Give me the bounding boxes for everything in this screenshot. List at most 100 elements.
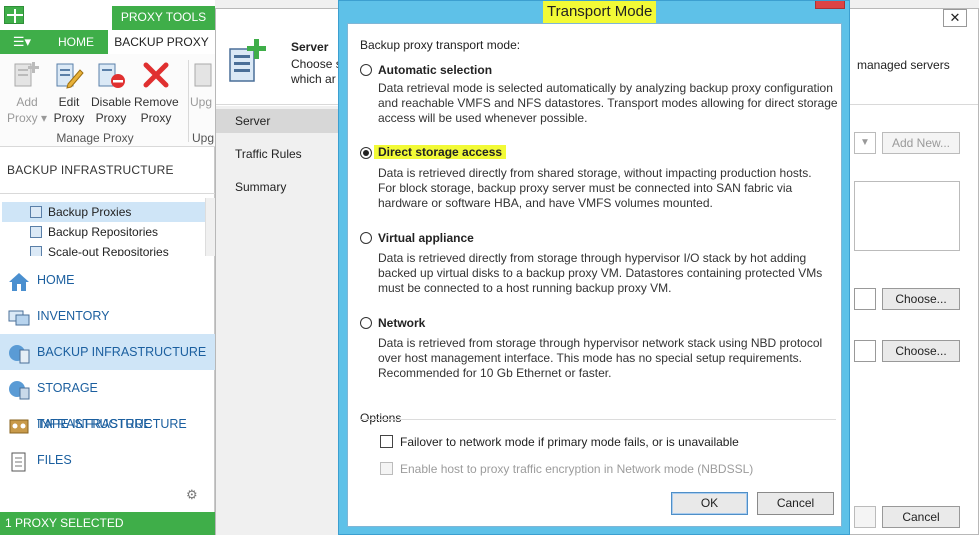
radio-network[interactable] (360, 317, 372, 329)
upgrade-icon (192, 60, 215, 90)
option-direct-storage-access-desc-line1: Data is retrieved directly from shared s… (378, 166, 812, 180)
repository-icon (30, 226, 42, 238)
edit-proxy-label-line1: Edit (58, 95, 80, 109)
choose-button-1[interactable]: Choose... (882, 288, 960, 310)
navigation-section-header: BACKUP INFRASTRUCTURE (0, 147, 215, 194)
wizard-close-button[interactable]: ✕ (943, 9, 967, 27)
nav-files-label: FILES (37, 453, 72, 467)
proxy-icon (30, 206, 42, 218)
nav-backup-infrastructure-label: BACKUP INFRASTRUCTURE (37, 345, 207, 359)
files-icon (8, 450, 30, 472)
configure-buttons-icon[interactable]: ⚙ (186, 487, 202, 503)
option-automatic-selection-title[interactable]: Automatic selection (378, 63, 492, 77)
dialog-title: Transport Mode (543, 1, 657, 23)
transport-mode-heading: Backup proxy transport mode: (360, 38, 521, 52)
choose-button-2[interactable]: Choose... (882, 340, 960, 362)
wizard-description-line1: Choose s (291, 57, 342, 71)
main-menu-button[interactable]: ☰▾ (0, 30, 44, 54)
tree-item-backup-repositories[interactable]: Backup Repositories (2, 222, 205, 242)
option-direct-storage-access-title[interactable]: Direct storage access (374, 145, 507, 159)
nav-backup-infrastructure[interactable]: BACKUP INFRASTRUCTURE (0, 334, 215, 370)
option-network-desc-line2: over host management interface. This mod… (378, 351, 803, 365)
nav-tape-infrastructure[interactable]: TAPE INFRASTRUCTURE (0, 406, 215, 442)
disable-proxy-button[interactable]: Disable Proxy (89, 60, 133, 126)
add-proxy-icon (12, 60, 42, 90)
nav-files[interactable]: FILES (0, 442, 215, 478)
nav-tape-infrastructure-label: TAPE INFRASTRUCTURE (37, 417, 187, 431)
tree-item-label: Scale-out Repositories (48, 245, 169, 256)
add-proxy-label-line2: Proxy ▾ (6, 111, 48, 125)
remove-proxy-button[interactable]: Remove Proxy (134, 60, 179, 126)
option-automatic-selection-desc-line1: Data retrieval mode is selected automati… (378, 81, 833, 95)
field-2[interactable] (854, 340, 876, 362)
option-network-title[interactable]: Network (378, 316, 425, 330)
add-new-server-button[interactable]: Add New... (882, 132, 960, 154)
failover-to-network-label[interactable]: Failover to network mode if primary mode… (400, 435, 739, 449)
tree-scrollbar[interactable] (205, 198, 215, 256)
remove-proxy-label-line2: Proxy (140, 111, 172, 125)
app-titlebar: PROXY TOOLS (0, 0, 215, 30)
radio-automatic-selection[interactable] (360, 64, 372, 76)
main-app-window: PROXY TOOLS ☰▾ HOME BACKUP PROXY Add Pro… (0, 0, 215, 535)
wizard-steps: Server Traffic Rules Summary (216, 106, 338, 535)
wizard-title: Server (291, 40, 329, 54)
server-add-icon (228, 39, 266, 85)
radio-direct-storage-access[interactable] (360, 147, 372, 159)
ok-button[interactable]: OK (671, 492, 748, 515)
option-virtual-appliance-title[interactable]: Virtual appliance (378, 231, 474, 245)
field-1[interactable] (854, 288, 876, 310)
transport-mode-dialog: Transport Mode Backup proxy transport mo… (338, 0, 850, 535)
server-dropdown-arrow[interactable]: ▼ (854, 132, 876, 154)
option-automatic-selection-desc-line3: access will be used whenever possible. (378, 111, 588, 125)
wizard-finish-button-stub[interactable] (854, 506, 876, 528)
tree-item-scale-out-repositories[interactable]: Scale-out Repositories (2, 242, 205, 256)
disable-proxy-label-line1: Disable (90, 95, 132, 109)
proxy-tools-context-tab[interactable]: PROXY TOOLS (112, 6, 215, 30)
navigation-pane: HOME INVENTORY BACKUP INFRASTRUCTURE STO… (0, 262, 215, 478)
wizard-step-server[interactable]: Server (216, 109, 338, 133)
nav-home-label: HOME (37, 273, 75, 287)
tab-home[interactable]: HOME (44, 30, 108, 54)
ribbon-group-manage-proxy: Manage Proxy (56, 131, 134, 145)
add-proxy-label-line1: Add (16, 95, 38, 109)
option-automatic-selection-desc-line2: and reachable VMFS and NFS datastores. T… (378, 96, 838, 110)
options-separator (360, 419, 836, 420)
backup-infrastructure-icon (8, 342, 30, 364)
tree-item-label: Backup Repositories (48, 225, 159, 239)
infrastructure-tree: Backup Proxies Backup Repositories Scale… (0, 198, 215, 256)
dialog-body: Backup proxy transport mode: Automatic s… (347, 23, 842, 527)
inventory-icon (8, 306, 30, 326)
server-details-box (854, 181, 960, 251)
add-proxy-button[interactable]: Add Proxy ▾ (5, 60, 49, 126)
option-virtual-appliance-desc-line3: must be connected to a host running back… (378, 281, 672, 295)
storage-infrastructure-icon (8, 378, 30, 400)
radio-virtual-appliance[interactable] (360, 232, 372, 244)
upgrade-label: Upg (190, 95, 213, 109)
nav-inventory[interactable]: INVENTORY (0, 298, 215, 334)
status-bar: 1 PROXY SELECTED (0, 512, 215, 535)
option-network-desc-line1: Data is retrieved from storage through h… (378, 336, 823, 350)
cancel-button[interactable]: Cancel (757, 492, 834, 515)
option-virtual-appliance-desc-line2: backed up virtual disks to a backup prox… (378, 266, 823, 280)
home-icon (8, 270, 30, 291)
scale-out-repository-icon (30, 246, 42, 256)
failover-to-network-checkbox[interactable] (380, 435, 393, 448)
edit-proxy-button[interactable]: Edit Proxy (47, 60, 91, 126)
tree-item-backup-proxies[interactable]: Backup Proxies (2, 202, 205, 222)
remove-proxy-icon (141, 60, 171, 90)
remove-proxy-label-line1: Remove (134, 95, 179, 109)
wizard-cancel-button[interactable]: Cancel (882, 506, 960, 528)
tab-backup-proxy[interactable]: BACKUP PROXY (108, 30, 215, 54)
options-heading: Options (360, 411, 402, 425)
nav-storage-infrastructure[interactable]: STORAGE INFRASTRUCTURE (0, 370, 215, 431)
nbdssl-encryption-checkbox[interactable] (380, 462, 393, 475)
wizard-step-traffic-rules[interactable]: Traffic Rules (216, 142, 338, 166)
dialog-close-button[interactable] (815, 1, 845, 9)
option-direct-storage-access-desc-line2: For block storage, backup proxy server m… (378, 181, 793, 195)
nav-inventory-label: INVENTORY (37, 309, 110, 323)
nbdssl-encryption-label: Enable host to proxy traffic encryption … (400, 462, 754, 476)
wizard-step-summary[interactable]: Summary (216, 175, 338, 199)
ribbon-tabs: ☰▾ HOME BACKUP PROXY (0, 30, 215, 54)
nav-home[interactable]: HOME (0, 262, 215, 298)
upgrade-proxy-button[interactable]: Upg (190, 60, 215, 110)
